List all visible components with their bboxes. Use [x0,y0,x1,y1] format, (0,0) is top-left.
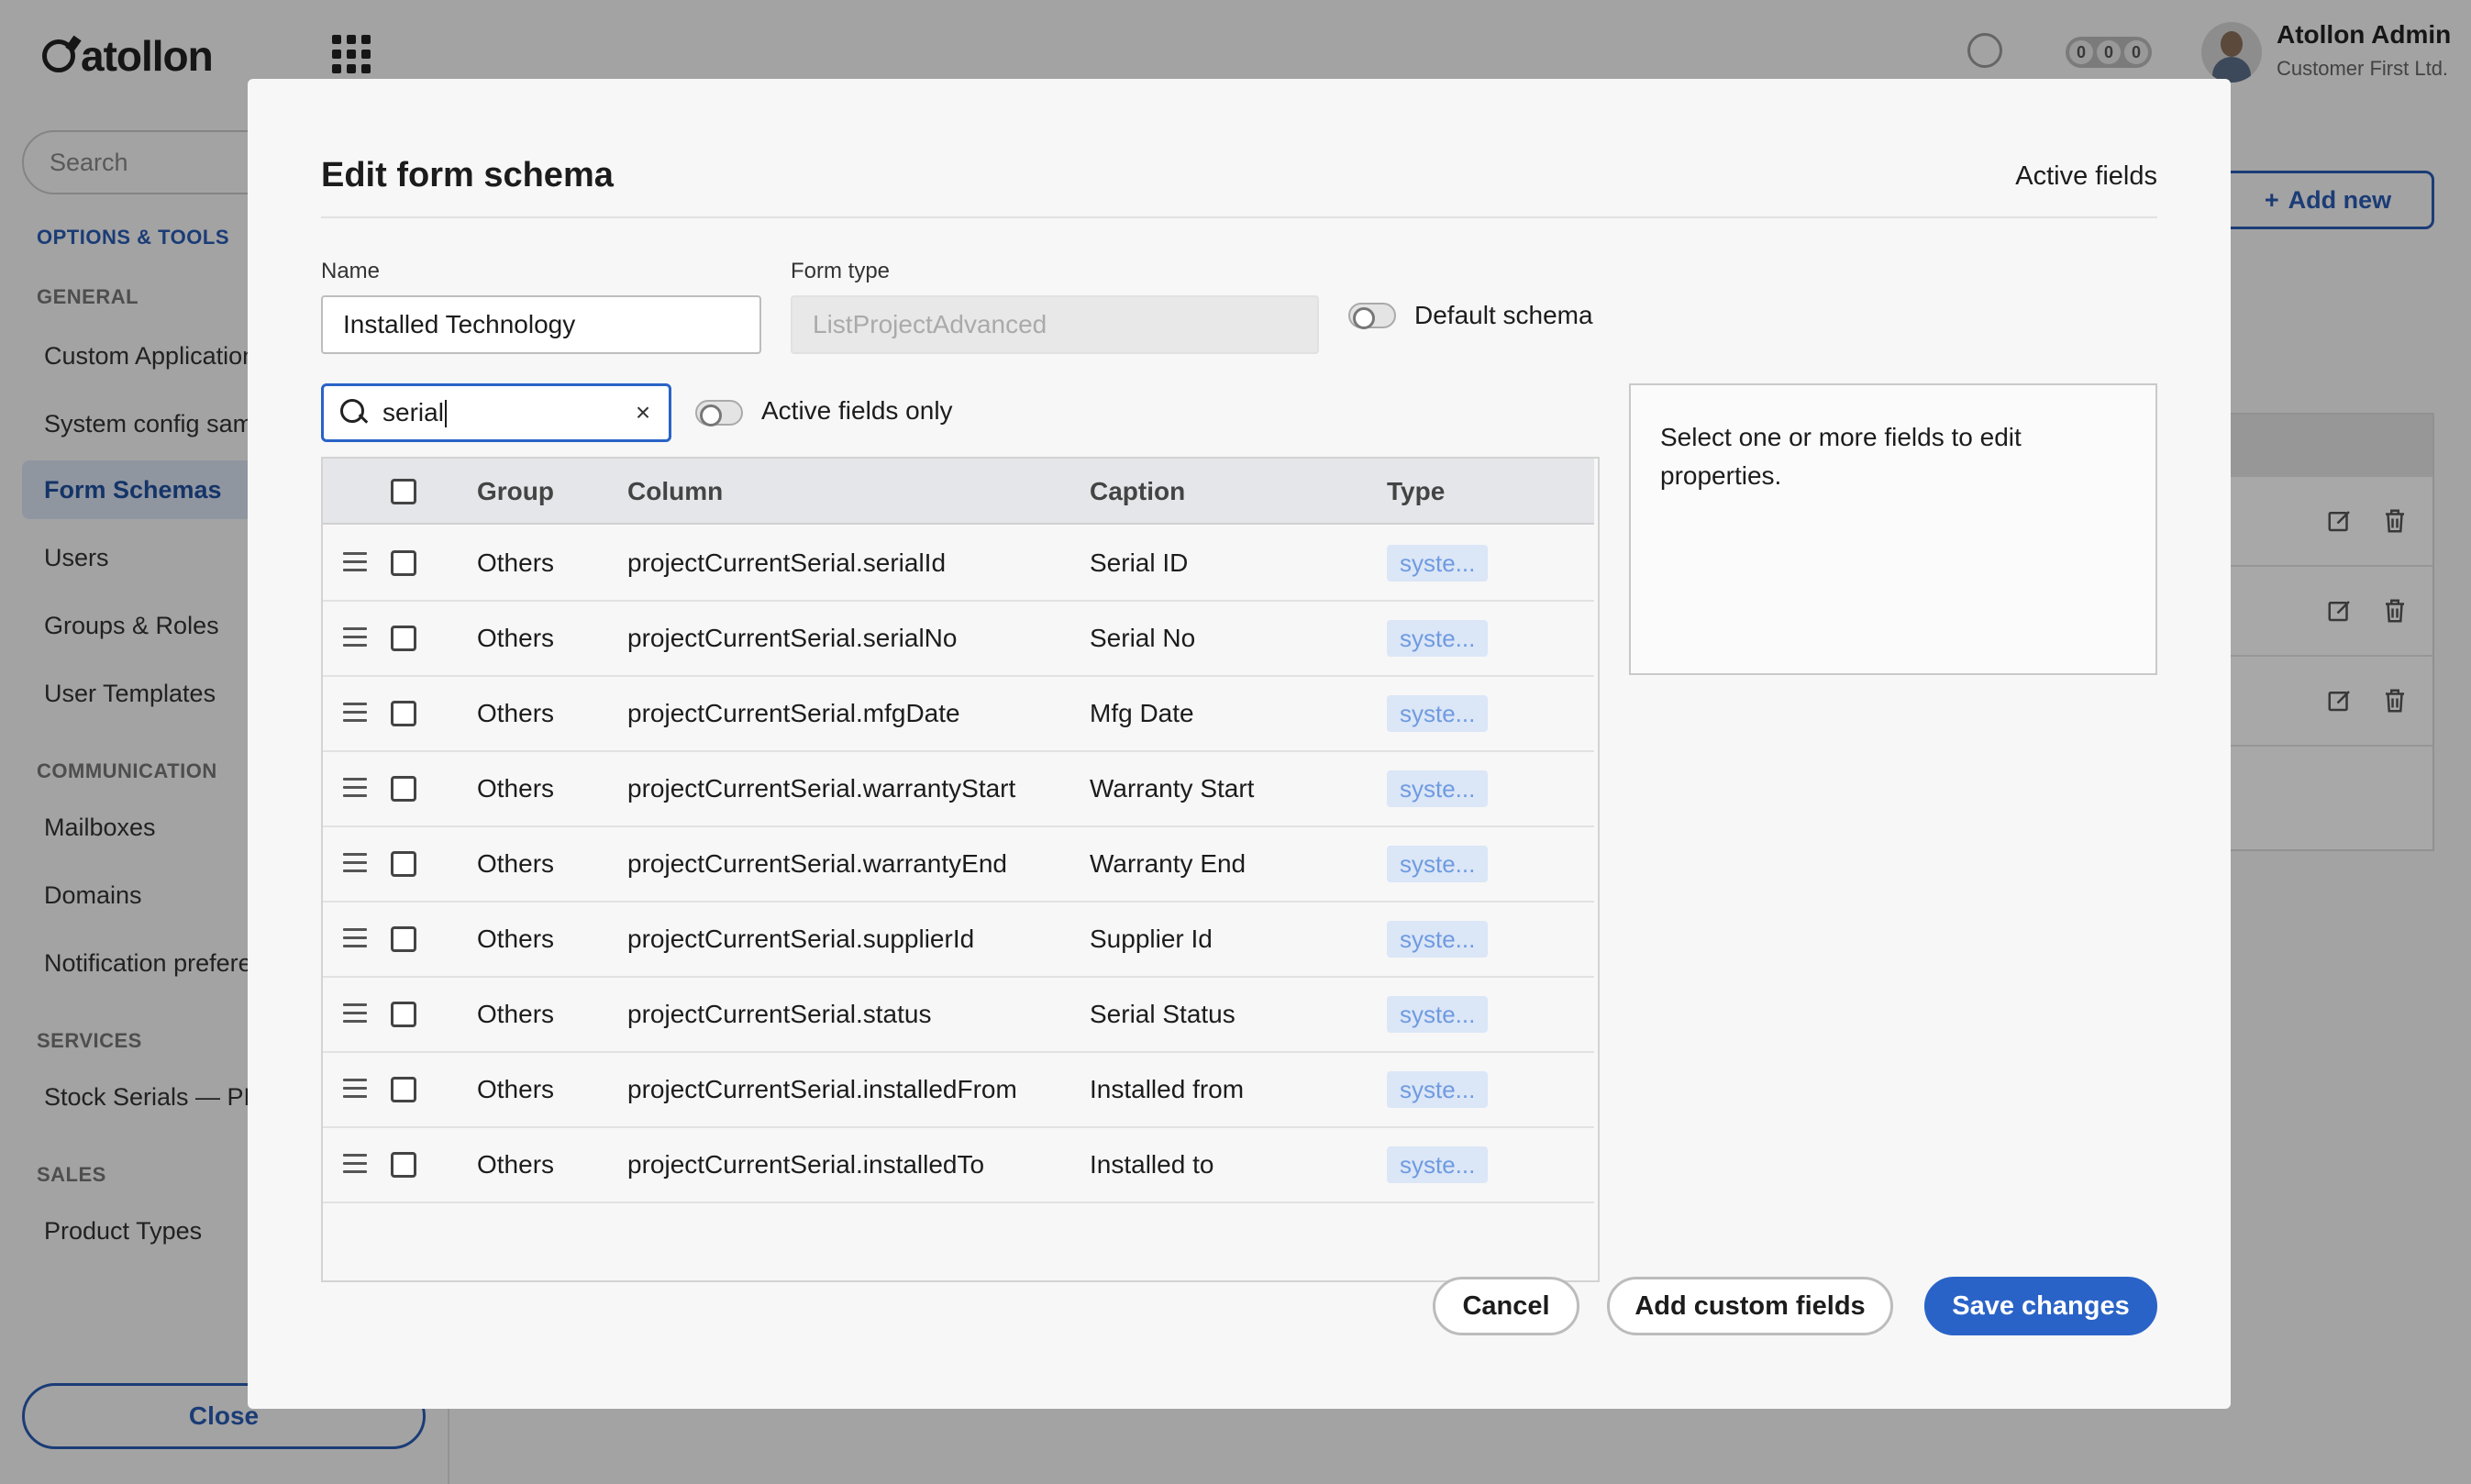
type-badge: syste... [1387,921,1489,958]
table-header: Group Column Caption Type [323,459,1594,525]
table-row[interactable]: Others projectCurrentSerial.serialNo Seria… [323,602,1594,677]
cell-group: Others [477,699,555,727]
cell-caption: Warranty Start [1090,774,1255,803]
row-checkbox[interactable] [391,550,416,576]
type-badge: syste... [1387,846,1489,882]
row-checkbox[interactable] [391,1077,416,1102]
type-badge: syste... [1387,770,1489,807]
table-row[interactable]: Others projectCurrentSerial.warrantyEnd Wa… [323,827,1594,903]
cell-column: projectCurrentSerial.installedFrom [627,1075,1017,1103]
cell-group: Others [477,624,555,652]
table-row[interactable]: Others projectCurrentSerial.mfgDate Mfg Da… [323,677,1594,752]
active-fields-only-toggle[interactable] [695,400,743,426]
column-header-type[interactable]: Type [1387,459,1445,525]
drag-handle-icon[interactable] [343,778,367,798]
cell-caption: Installed to [1090,1150,1214,1179]
search-value: serial [382,398,632,428]
row-checkbox[interactable] [391,1152,416,1178]
cell-group: Others [477,774,555,803]
select-all-checkbox[interactable] [391,479,416,504]
type-badge: syste... [1387,620,1489,657]
type-badge: syste... [1387,1146,1489,1183]
cell-group: Others [477,548,555,577]
table-row[interactable]: Others projectCurrentSerial.warrantyStart… [323,752,1594,827]
add-custom-fields-button[interactable]: Add custom fields [1607,1277,1893,1335]
table-row[interactable]: Others projectCurrentSerial.serialId Seria… [323,526,1594,602]
row-checkbox[interactable] [391,926,416,952]
form-type-input: ListProjectAdvanced [791,295,1319,354]
name-label: Name [321,259,381,283]
cell-caption: Mfg Date [1090,699,1194,727]
edit-form-schema-dialog: Edit form schema Active fields Name Inst… [248,79,2231,1409]
cell-group: Others [477,849,555,878]
row-checkbox[interactable] [391,776,416,802]
default-schema-toggle[interactable] [1348,303,1396,329]
drag-handle-icon[interactable] [343,1154,367,1174]
cell-group: Others [477,1000,555,1028]
type-badge: syste... [1387,1071,1489,1108]
form-type-label: Form type [791,259,891,283]
column-header-column[interactable]: Column [627,459,723,525]
drag-handle-icon[interactable] [343,552,367,572]
cell-group: Others [477,1150,555,1179]
drag-handle-icon[interactable] [343,627,367,648]
cell-group: Others [477,925,555,953]
properties-panel: Select one or more fields to edit proper… [1629,383,2157,675]
drag-handle-icon[interactable] [343,1003,367,1024]
field-search-input[interactable]: serial × [321,383,671,442]
fields-table: Group Column Caption Type Others projectC… [321,457,1600,1282]
cell-caption: Warranty End [1090,849,1247,878]
active-fields-only-label: Active fields only [761,396,953,425]
cell-column: projectCurrentSerial.warrantyEnd [627,849,1007,878]
cell-caption: Serial No [1090,624,1196,652]
name-input[interactable]: Installed Technology [321,295,761,354]
column-header-group[interactable]: Group [477,459,554,525]
save-changes-button[interactable]: Save changes [1924,1277,2157,1335]
cell-caption: Installed from [1090,1075,1245,1103]
row-checkbox[interactable] [391,701,416,726]
cell-column: projectCurrentSerial.status [627,1000,932,1028]
search-icon [338,397,370,428]
active-fields-link[interactable]: Active fields [2015,161,2157,192]
type-badge: syste... [1387,695,1489,732]
drag-handle-icon[interactable] [343,928,367,948]
default-schema-label: Default schema [1414,301,1593,329]
cell-caption: Supplier Id [1090,925,1213,953]
table-row[interactable]: Others projectCurrentSerial.installedTo In… [323,1128,1594,1203]
clear-icon[interactable]: × [632,398,654,427]
drag-handle-icon[interactable] [343,703,367,723]
cell-column: projectCurrentSerial.supplierId [627,925,975,953]
row-checkbox[interactable] [391,626,416,651]
cell-column: projectCurrentSerial.mfgDate [627,699,960,727]
row-checkbox[interactable] [391,1002,416,1027]
drag-handle-icon[interactable] [343,1079,367,1099]
row-checkbox[interactable] [391,851,416,877]
cell-column: projectCurrentSerial.warrantyStart [627,774,1016,803]
drag-handle-icon[interactable] [343,853,367,873]
cancel-button[interactable]: Cancel [1433,1277,1579,1335]
cell-column: projectCurrentSerial.serialNo [627,624,958,652]
cell-caption: Serial Status [1090,1000,1236,1028]
cell-column: projectCurrentSerial.installedTo [627,1150,985,1179]
type-badge: syste... [1387,545,1489,581]
dialog-title: Edit form schema [321,156,614,194]
cell-group: Others [477,1075,555,1103]
cell-caption: Serial ID [1090,548,1189,577]
table-row[interactable]: Others projectCurrentSerial.installedFrom… [323,1053,1594,1128]
divider [321,216,2157,218]
table-row[interactable]: Others projectCurrentSerial.status Serial … [323,978,1594,1053]
cell-column: projectCurrentSerial.serialId [627,548,947,577]
column-header-caption[interactable]: Caption [1090,459,1185,525]
table-row[interactable]: Others projectCurrentSerial.supplierId Sup… [323,903,1594,978]
type-badge: syste... [1387,996,1489,1033]
